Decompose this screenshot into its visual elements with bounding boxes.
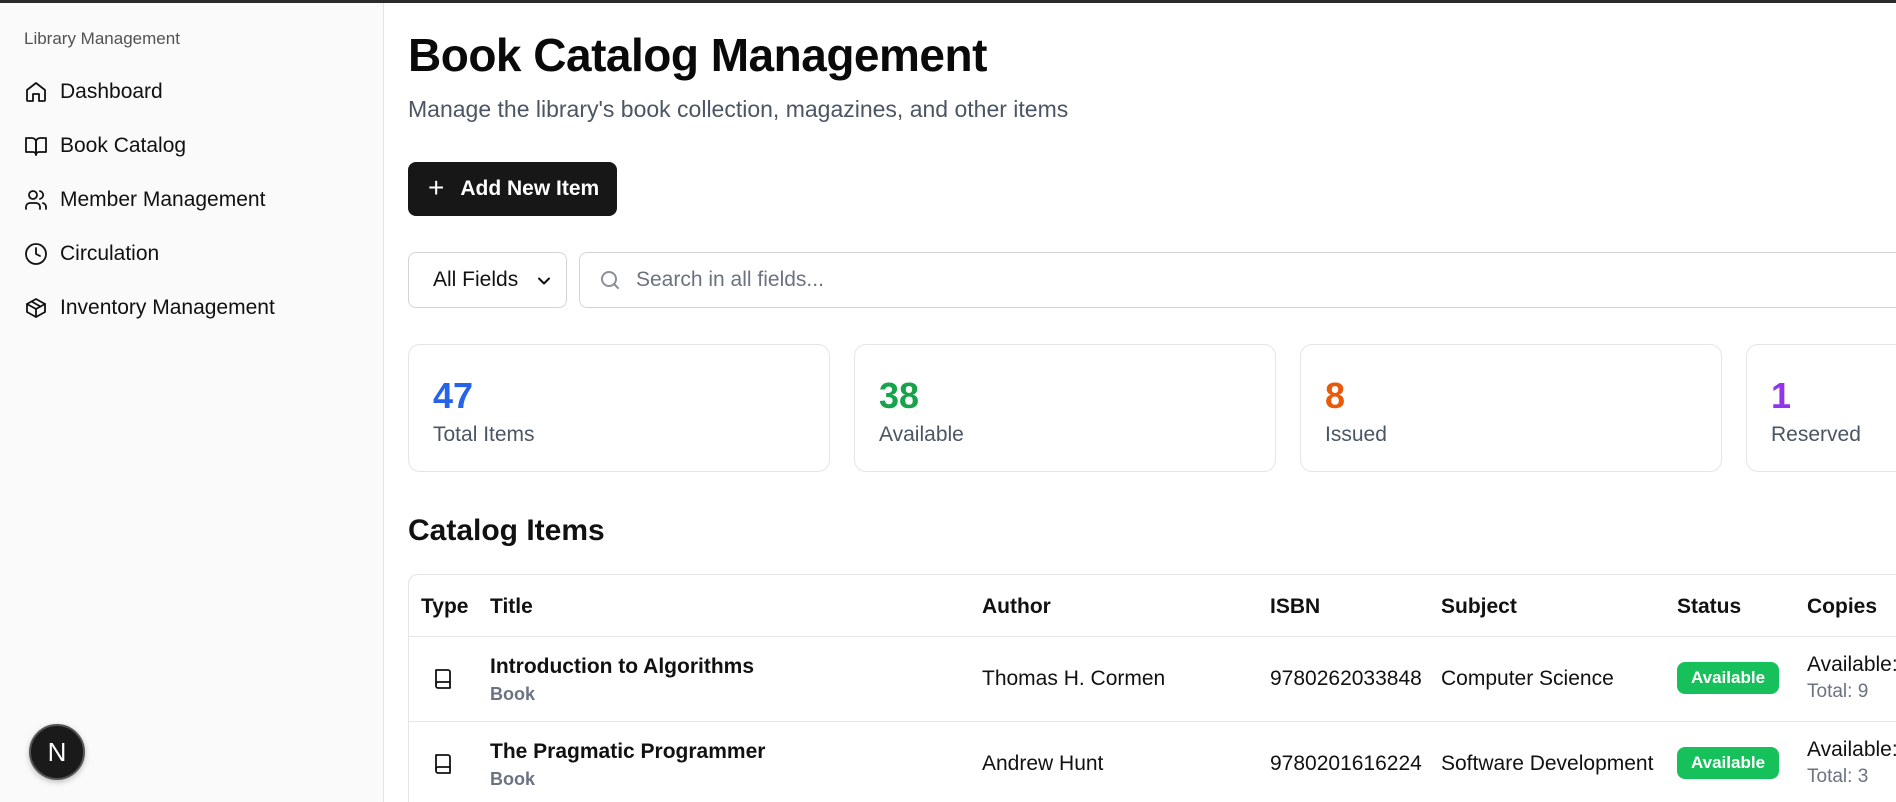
sidebar-item-book-catalog[interactable]: Book Catalog <box>14 119 370 173</box>
stat-value: 8 <box>1325 375 1346 416</box>
column-header-isbn: ISBN <box>1270 595 1321 618</box>
users-icon <box>25 190 47 210</box>
package-icon <box>26 298 46 318</box>
item-type: Book <box>490 684 535 704</box>
stat-card-total-items: 47 Total Items <box>408 344 830 472</box>
copies-total: Total: 9 <box>1807 681 1869 702</box>
column-header-author: Author <box>982 595 1051 618</box>
status-badge: Available <box>1677 747 1780 779</box>
sidebar-item-dashboard[interactable]: Dashboard <box>14 65 370 119</box>
stat-label: Reserved <box>1771 423 1861 446</box>
item-isbn: 9780262033848 <box>1270 667 1422 690</box>
table-row[interactable]: Introduction to Algorithms Book Thomas H… <box>409 636 1896 721</box>
sidebar-item-label: Circulation <box>60 242 160 265</box>
table-row[interactable]: The Pragmatic Programmer Book Andrew Hun… <box>409 721 1896 802</box>
copies-available: Available: 7 <box>1807 653 1896 676</box>
item-subject: Computer Science <box>1441 667 1614 690</box>
add-button-label: Add New Item <box>460 177 600 200</box>
book-open-icon <box>25 137 47 156</box>
stat-label: Issued <box>1325 423 1387 446</box>
item-title: Introduction to Algorithms <box>490 655 755 678</box>
search-field-select[interactable]: All Fields <box>408 252 567 308</box>
item-author: Andrew Hunt <box>982 752 1104 775</box>
stat-value: 47 <box>433 375 474 416</box>
search-field-select-value: All Fields <box>433 268 519 291</box>
stat-value: 1 <box>1771 375 1792 416</box>
item-type: Book <box>490 769 535 789</box>
plus-icon: + <box>428 171 445 203</box>
page-title: Book Catalog Management <box>408 29 987 81</box>
sidebar-title: Library Management <box>24 29 180 48</box>
sidebar-item-label: Member Management <box>60 188 266 211</box>
sidebar-item-label: Book Catalog <box>60 134 187 157</box>
sidebar-item-member-management[interactable]: Member Management <box>14 173 370 227</box>
item-title: The Pragmatic Programmer <box>490 740 766 763</box>
page-subtitle: Manage the library's book collection, ma… <box>408 96 1069 122</box>
copies-total: Total: 3 <box>1807 766 1869 787</box>
column-header-status: Status <box>1677 595 1742 618</box>
catalog-section-title: Catalog Items <box>408 514 605 547</box>
sidebar-nav: Dashboard Book Catalog Member Management… <box>14 65 370 335</box>
sidebar-item-inventory-management[interactable]: Inventory Management <box>14 281 370 335</box>
item-subject: Software Development <box>1441 752 1654 775</box>
item-author: Thomas H. Cormen <box>982 667 1166 690</box>
sidebar-item-circulation[interactable]: Circulation <box>14 227 370 281</box>
status-badge: Available <box>1677 662 1780 694</box>
catalog-table: Type Title Author ISBN Subject Status Co… <box>408 574 1896 802</box>
nextjs-badge-button[interactable]: N <box>29 724 85 780</box>
copies-available: Available: 3 <box>1807 738 1896 761</box>
stat-value: 38 <box>879 375 920 416</box>
column-header-type: Type <box>421 595 469 618</box>
stat-card-reserved: 1 Reserved <box>1746 344 1896 472</box>
sidebar-item-label: Dashboard <box>60 80 163 103</box>
column-header-subject: Subject <box>1441 595 1517 618</box>
main-content: Book Catalog Management Manage the libra… <box>408 0 1896 802</box>
column-header-title: Title <box>490 595 533 618</box>
home-icon <box>26 82 46 102</box>
stat-card-available: 38 Available <box>854 344 1276 472</box>
badge-letter: N <box>47 736 67 767</box>
book-icon <box>435 754 451 774</box>
stat-card-issued: 8 Issued <box>1300 344 1722 472</box>
column-header-copies: Copies <box>1807 595 1878 618</box>
sidebar-item-label: Inventory Management <box>60 296 275 319</box>
stat-label: Total Items <box>433 423 535 446</box>
stat-label: Available <box>879 423 964 446</box>
search-box <box>579 252 1896 308</box>
chevron-down-icon <box>538 277 550 285</box>
add-new-item-button[interactable]: + Add New Item <box>408 162 617 216</box>
search-input[interactable] <box>636 268 1736 292</box>
item-isbn: 9780201616224 <box>1270 752 1422 775</box>
clock-icon <box>25 243 47 265</box>
sidebar: Library Management Dashboard Book Catalo… <box>0 3 384 802</box>
search-icon <box>601 271 619 289</box>
book-icon <box>435 669 451 689</box>
